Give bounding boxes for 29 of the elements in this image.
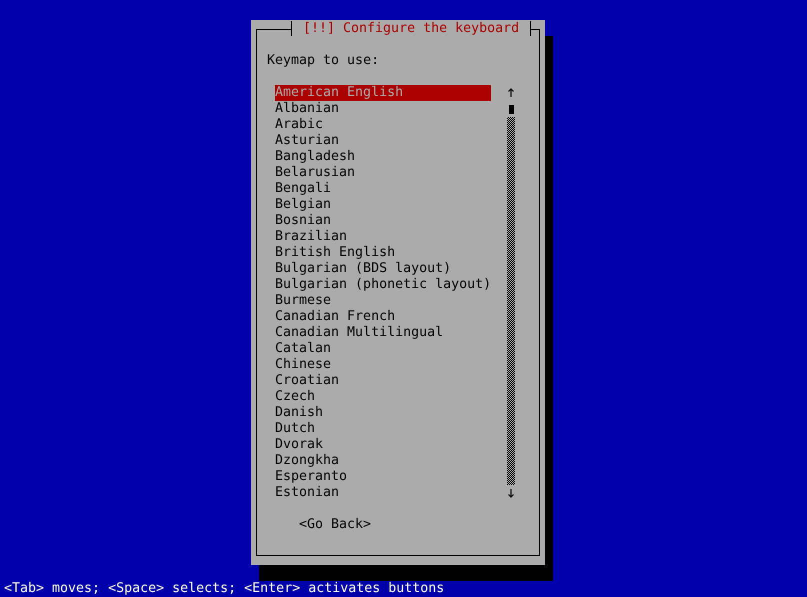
- keymap-item[interactable]: Belarusian: [275, 165, 491, 181]
- keymap-item[interactable]: Canadian Multilingual: [275, 325, 491, 341]
- go-back-button[interactable]: <Go Back>: [299, 517, 372, 533]
- keymap-item[interactable]: Bulgarian (BDS layout): [275, 261, 491, 277]
- keymap-item[interactable]: Bangladesh: [275, 149, 491, 165]
- keymap-item[interactable]: Canadian French: [275, 309, 491, 325]
- keymap-item[interactable]: Brazilian: [275, 229, 491, 245]
- keymap-item[interactable]: Danish: [275, 405, 491, 421]
- keymap-item[interactable]: Esperanto: [275, 469, 491, 485]
- keymap-item[interactable]: Croatian: [275, 373, 491, 389]
- keymap-item[interactable]: Chinese: [275, 357, 491, 373]
- keymap-item[interactable]: Estonian: [275, 485, 491, 501]
- keymap-item[interactable]: Dzongkha: [275, 453, 491, 469]
- dialog-title: [!!] Configure the keyboard: [291, 21, 532, 36]
- keymap-item[interactable]: Dutch: [275, 421, 491, 437]
- keymap-item[interactable]: British English: [275, 245, 491, 261]
- keymap-item[interactable]: Dvorak: [275, 437, 491, 453]
- keymap-item[interactable]: Albanian: [275, 101, 491, 117]
- keymap-item[interactable]: Arabic: [275, 117, 491, 133]
- prompt-label: Keymap to use:: [267, 53, 380, 69]
- keymap-item[interactable]: Bulgarian (phonetic layout): [275, 277, 491, 293]
- keymap-item[interactable]: Asturian: [275, 133, 491, 149]
- keymap-item[interactable]: Bosnian: [275, 213, 491, 229]
- keymap-item[interactable]: Belgian: [275, 197, 491, 213]
- keymap-item[interactable]: Catalan: [275, 341, 491, 357]
- keymap-item[interactable]: Burmese: [275, 293, 491, 309]
- keymap-item[interactable]: Bengali: [275, 181, 491, 197]
- scroll-thumb[interactable]: [508, 104, 514, 114]
- keymap-item[interactable]: Czech: [275, 389, 491, 405]
